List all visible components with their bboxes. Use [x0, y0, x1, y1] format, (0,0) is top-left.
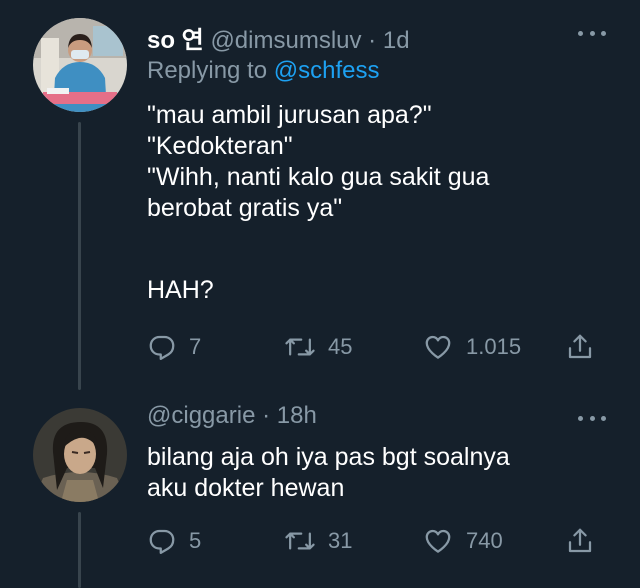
- like-count: 740: [466, 528, 503, 553]
- like-icon: [425, 335, 451, 359]
- retweet-icon: [285, 532, 315, 550]
- thread-line: [78, 122, 81, 390]
- like-icon: [425, 529, 451, 553]
- tweet-line: bilang aja oh iya pas bgt soalnya: [147, 443, 510, 471]
- handle[interactable]: @dimsumsluv: [210, 27, 361, 54]
- tweet-line: HAH?: [147, 276, 214, 304]
- timestamp[interactable]: 18h: [277, 402, 317, 429]
- action-bar: 7 45 1.015: [147, 330, 597, 364]
- share-button[interactable]: [565, 524, 595, 558]
- tweet-header: so 연 @dimsumsluv · 1d: [147, 20, 410, 55]
- more-icon[interactable]: [578, 413, 606, 423]
- retweet-button[interactable]: 31: [284, 524, 352, 558]
- handle[interactable]: @ciggarie: [147, 402, 255, 429]
- reply-to-link[interactable]: @schfess: [274, 57, 380, 84]
- retweet-button[interactable]: 45: [284, 330, 352, 364]
- share-icon: [568, 334, 592, 359]
- retweet-icon: [285, 338, 315, 356]
- reply-button[interactable]: 7: [147, 330, 201, 364]
- display-name[interactable]: so 연: [147, 27, 204, 54]
- reply-button[interactable]: 5: [147, 524, 201, 558]
- retweet-count: 45: [328, 334, 353, 359]
- tweet-header: @ciggarie · 18h: [147, 402, 317, 430]
- user-photo: [33, 18, 127, 112]
- tweet-line: aku dokter hewan: [147, 474, 345, 502]
- tweet-line: [147, 224, 489, 255]
- share-icon: [568, 528, 592, 553]
- more-icon[interactable]: [578, 28, 606, 38]
- replying-label: Replying to: [147, 57, 268, 84]
- tweet-text: "mau ambil jurusan apa?" "Kedokteran" "W…: [147, 100, 489, 306]
- like-button[interactable]: 1.015: [422, 330, 521, 364]
- reply-count: 5: [189, 528, 202, 553]
- thread-line: [78, 512, 81, 588]
- separator: ·: [262, 402, 271, 429]
- reply-icon: [149, 335, 175, 360]
- tweet-line: "Wihh, nanti kalo gua sakit gua: [147, 163, 490, 191]
- replying-to: Replying to @schfess: [147, 57, 379, 85]
- tweet-text: bilang aja oh iya pas bgt soalnya aku do…: [147, 442, 510, 504]
- tweet-line: "mau ambil jurusan apa?": [147, 101, 432, 129]
- action-bar: 5 31 740: [147, 524, 597, 558]
- tweet-line: "Kedokteran": [147, 132, 293, 160]
- reply-count: 7: [189, 334, 202, 359]
- separator: ·: [368, 27, 377, 54]
- like-button[interactable]: 740: [422, 524, 503, 558]
- retweet-count: 31: [328, 528, 353, 553]
- avatar[interactable]: [33, 408, 127, 502]
- user-photo: [33, 408, 127, 502]
- share-button[interactable]: [565, 330, 595, 364]
- avatar[interactable]: [33, 18, 127, 112]
- like-count: 1.015: [466, 334, 522, 359]
- tweet-line: berobat gratis ya": [147, 194, 343, 222]
- timestamp[interactable]: 1d: [383, 27, 410, 54]
- reply-icon: [149, 529, 175, 554]
